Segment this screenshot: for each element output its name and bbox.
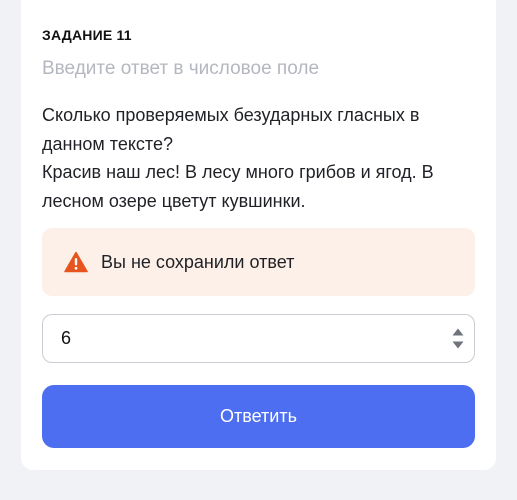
question-prompt: Сколько проверяемых безударных гласных в…	[42, 105, 420, 154]
task-card: ЗАДАНИЕ 11 Введите ответ в числовое поле…	[21, 0, 496, 470]
spin-up-icon[interactable]	[452, 328, 464, 336]
question-sentence: Красив наш лес! В лесу много грибов и яг…	[42, 162, 434, 211]
task-hint: Введите ответ в числовое поле	[42, 58, 320, 79]
warning-triangle-icon	[64, 251, 88, 273]
spin-down-icon[interactable]	[452, 341, 464, 349]
task-title: ЗАДАНИЕ 11	[42, 27, 132, 43]
alert-text: Вы не сохранили ответ	[101, 251, 295, 272]
submit-answer-button[interactable]: Ответить	[42, 385, 475, 448]
answer-value[interactable]: 6	[61, 328, 442, 349]
answer-number-input[interactable]: 6	[42, 314, 475, 363]
question-text: Сколько проверяемых безударных гласных в…	[42, 101, 482, 215]
number-spinner[interactable]	[442, 315, 474, 362]
unsaved-answer-alert: Вы не сохранили ответ	[42, 228, 475, 296]
